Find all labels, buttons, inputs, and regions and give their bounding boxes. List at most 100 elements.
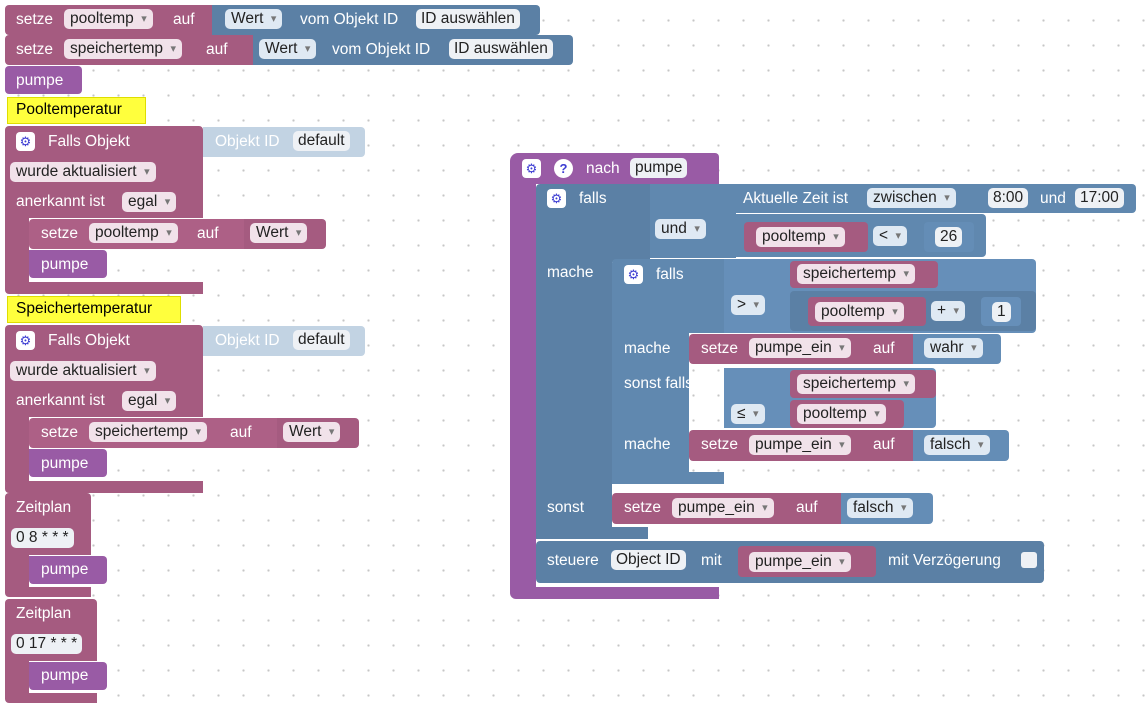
auf-label: auf — [873, 340, 895, 357]
setze-label: setze — [701, 436, 739, 453]
boolean-dropdown[interactable]: falsch — [924, 435, 990, 455]
var-dropdown[interactable]: pooltemp — [815, 302, 904, 322]
setze-label: setze — [16, 41, 54, 58]
zeitplan-label: Zeitplan — [16, 499, 72, 516]
mache-label: mache — [547, 264, 594, 281]
sonst-falls-label: sonst falls — [624, 375, 693, 392]
object-id-field[interactable]: default — [293, 330, 350, 350]
time-from-field[interactable]: 8:00 — [988, 188, 1029, 208]
value-dropdown[interactable]: Wert — [283, 422, 341, 442]
gear-icon[interactable]: ⚙ — [522, 159, 541, 178]
vom-objekt-label: vom Objekt ID — [332, 41, 431, 58]
object-id-selector[interactable]: ID auswählen — [449, 39, 553, 59]
compare-op-dropdown[interactable]: > — [731, 295, 766, 315]
falls-objekt-label: Falls Objekt — [48, 133, 130, 150]
var-dropdown[interactable]: pooltemp — [64, 9, 153, 29]
setze-label: setze — [16, 11, 54, 28]
auf-label: auf — [796, 499, 818, 516]
setze-label: setze — [41, 424, 79, 441]
setze-label: setze — [41, 225, 79, 242]
delay-checkbox[interactable] — [1021, 552, 1037, 568]
var-dropdown[interactable]: pumpe_ein — [749, 552, 851, 572]
trigger-block-foot — [5, 481, 203, 493]
schedule-block-spine — [5, 661, 29, 693]
number-field[interactable]: 26 — [935, 227, 963, 247]
setze-label: setze — [701, 340, 739, 357]
compare-op-dropdown[interactable]: < — [873, 226, 908, 246]
schedule-block-foot — [5, 587, 91, 597]
nach-label: nach — [586, 160, 620, 177]
auf-label: auf — [230, 424, 252, 441]
var-dropdown[interactable]: pumpe_ein — [749, 338, 851, 358]
anerkannt-label: anerkannt ist — [16, 193, 105, 210]
property-dropdown[interactable]: Wert — [225, 9, 283, 29]
var-dropdown[interactable]: speichertemp — [797, 264, 916, 284]
value-dropdown[interactable]: Wert — [250, 223, 308, 243]
arith-op-dropdown[interactable]: + — [931, 301, 966, 321]
procedure-call-label: pumpe — [41, 455, 89, 472]
gear-icon[interactable]: ⚙ — [547, 189, 566, 208]
compare-op-dropdown[interactable]: ≤ — [731, 404, 765, 424]
boolean-dropdown[interactable]: falsch — [847, 498, 913, 518]
number-field[interactable]: 1 — [992, 302, 1011, 322]
ack-dropdown[interactable]: egal — [122, 192, 177, 212]
time-mode-dropdown[interactable]: zwischen — [867, 188, 956, 208]
objekt-id-label: Objekt ID — [215, 133, 280, 150]
auf-label: auf — [206, 41, 228, 58]
comment-text: Speichertemperatur — [16, 300, 153, 317]
aktuelle-zeit-label: Aktuelle Zeit ist — [743, 190, 849, 207]
gear-icon[interactable]: ⚙ — [624, 265, 643, 284]
var-dropdown[interactable]: pooltemp — [797, 404, 886, 424]
cron-field[interactable]: 0 8 * * * — [11, 528, 74, 548]
mit-label: mit — [701, 552, 722, 569]
property-dropdown[interactable]: Wert — [259, 39, 317, 59]
if-else-foot — [536, 527, 648, 539]
vom-objekt-label: vom Objekt ID — [300, 11, 399, 28]
falls-objekt-label: Falls Objekt — [48, 332, 130, 349]
gear-icon[interactable]: ⚙ — [16, 132, 35, 151]
procedure-call-label: pumpe — [41, 561, 89, 578]
trigger-block-foot — [5, 282, 203, 294]
mache-label: mache — [624, 436, 671, 453]
objekt-id-label: Objekt ID — [215, 332, 280, 349]
auf-label: auf — [197, 225, 219, 242]
procedure-call-label: pumpe — [41, 256, 89, 273]
schedule-block-foot — [5, 693, 97, 703]
steuere-label: steuere — [547, 552, 599, 569]
zeitplan-label: Zeitplan — [16, 605, 72, 622]
event-dropdown[interactable]: wurde aktualisiert — [10, 162, 156, 182]
logic-op-dropdown[interactable]: und — [655, 219, 706, 239]
if-else-spine — [536, 262, 612, 493]
boolean-dropdown[interactable]: wahr — [924, 338, 983, 358]
var-dropdown[interactable]: speichertemp — [89, 422, 208, 442]
procedure-name-field[interactable]: pumpe — [630, 158, 688, 178]
procedure-block-spine — [510, 184, 536, 587]
comment-text: Pooltemperatur — [16, 101, 122, 118]
sonst-label: sonst — [547, 499, 585, 516]
setze-label: setze — [624, 499, 662, 516]
procedure-call-label: pumpe — [41, 667, 89, 684]
und-label: und — [1040, 190, 1066, 207]
event-dropdown[interactable]: wurde aktualisiert — [10, 361, 156, 381]
falls-label: falls — [579, 190, 607, 207]
anerkannt-label: anerkannt ist — [16, 392, 105, 409]
var-dropdown[interactable]: pumpe_ein — [672, 498, 774, 518]
mache-label: mache — [624, 340, 671, 357]
ack-dropdown[interactable]: egal — [122, 391, 177, 411]
falls-label: falls — [656, 266, 684, 283]
help-icon[interactable]: ? — [554, 159, 573, 178]
var-dropdown[interactable]: pooltemp — [756, 227, 845, 247]
trigger-block-spine — [5, 417, 29, 481]
object-id-selector[interactable]: Object ID — [611, 550, 686, 570]
procedure-call-label: pumpe — [16, 72, 64, 89]
var-dropdown[interactable]: speichertemp — [797, 374, 916, 394]
object-id-selector[interactable]: ID auswählen — [416, 9, 520, 29]
object-id-field[interactable]: default — [293, 131, 350, 151]
gear-icon[interactable]: ⚙ — [16, 331, 35, 350]
var-dropdown[interactable]: speichertemp — [64, 39, 183, 59]
var-dropdown[interactable]: pumpe_ein — [749, 435, 851, 455]
time-to-field[interactable]: 17:00 — [1075, 188, 1124, 208]
procedure-block-foot — [510, 587, 719, 599]
var-dropdown[interactable]: pooltemp — [89, 223, 178, 243]
cron-field[interactable]: 0 17 * * * — [11, 634, 83, 654]
